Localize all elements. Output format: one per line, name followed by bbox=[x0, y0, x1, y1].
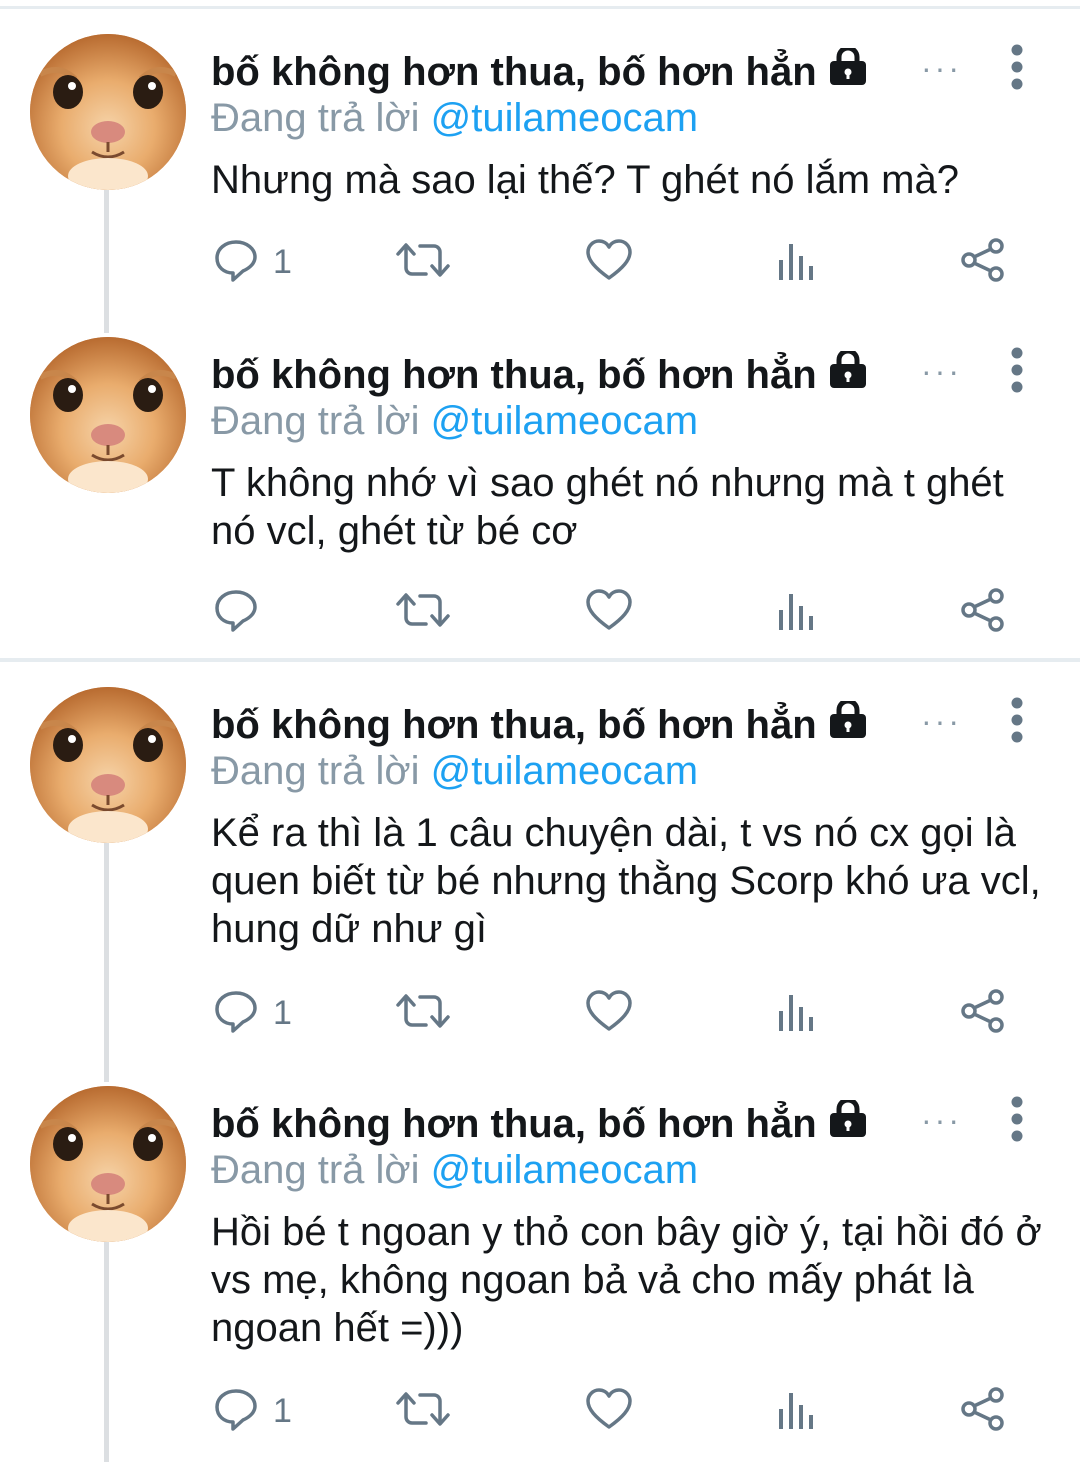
share-button[interactable] bbox=[960, 988, 1006, 1038]
analytics-button[interactable] bbox=[776, 988, 816, 1038]
author-line[interactable]: bố không hơn thua, bố hơn hẳn bbox=[211, 1097, 869, 1148]
reply-count: 1 bbox=[273, 1391, 292, 1430]
replying-to: Đang trả lời @tuilameocam bbox=[211, 399, 698, 444]
replying-to-label: Đang trả lời bbox=[211, 1148, 420, 1192]
truncation-ellipsis: ··· bbox=[921, 353, 962, 389]
retweet-button[interactable] bbox=[396, 1386, 450, 1436]
lock-icon bbox=[827, 45, 869, 96]
tweet-actions: 1 bbox=[0, 988, 1080, 1038]
avatar[interactable] bbox=[30, 1086, 186, 1242]
author-name[interactable]: bố không hơn thua, bố hơn hẳn bbox=[211, 50, 817, 95]
retweet-icon bbox=[396, 588, 450, 637]
author-name[interactable]: bố không hơn thua, bố hơn hẳn bbox=[211, 703, 817, 748]
conversation-divider bbox=[0, 658, 1080, 662]
analytics-button[interactable] bbox=[776, 1386, 816, 1436]
tweet-actions: 1 bbox=[0, 237, 1080, 287]
cat-avatar-image bbox=[30, 1086, 186, 1242]
tweet-text: Hồi bé t ngoan y thỏ con bây giờ ý, tại … bbox=[211, 1210, 1042, 1350]
reply-handle-link[interactable]: @tuilameocam bbox=[431, 399, 698, 443]
reply-handle-link[interactable]: @tuilameocam bbox=[431, 96, 698, 140]
reply-icon bbox=[213, 1387, 259, 1436]
avatar[interactable] bbox=[30, 34, 186, 190]
tweet-actions bbox=[0, 587, 1080, 637]
replying-to-label: Đang trả lời bbox=[211, 399, 420, 443]
retweet-button[interactable] bbox=[396, 237, 450, 287]
more-vertical-icon[interactable] bbox=[1004, 1094, 1030, 1144]
retweet-button[interactable] bbox=[396, 587, 450, 637]
retweet-icon bbox=[396, 238, 450, 287]
reply-button[interactable] bbox=[213, 587, 273, 637]
reply-button[interactable]: 1 bbox=[213, 237, 292, 287]
analytics-icon bbox=[776, 1387, 816, 1436]
reply-button[interactable]: 1 bbox=[213, 1386, 292, 1436]
like-icon bbox=[585, 989, 633, 1038]
reply-handle-link[interactable]: @tuilameocam bbox=[431, 749, 698, 793]
tweet-actions: 1 bbox=[0, 1386, 1080, 1436]
like-button[interactable] bbox=[585, 988, 633, 1038]
author-name[interactable]: bố không hơn thua, bố hơn hẳn bbox=[211, 1102, 817, 1147]
retweet-button[interactable] bbox=[396, 988, 450, 1038]
cat-avatar-image bbox=[30, 687, 186, 843]
like-button[interactable] bbox=[585, 1386, 633, 1436]
tweet-text: T không nhớ vì sao ghét nó nhưng mà t gh… bbox=[211, 461, 1004, 553]
replying-to: Đang trả lời @tuilameocam bbox=[211, 96, 698, 141]
author-line[interactable]: bố không hơn thua, bố hơn hẳn bbox=[211, 45, 869, 96]
share-button[interactable] bbox=[960, 1386, 1006, 1436]
tweet-text: Kể ra thì là 1 câu chuyện dài, t vs nó c… bbox=[211, 811, 1041, 951]
tweet-text: Nhưng mà sao lại thế? T ghét nó lắm mà? bbox=[211, 158, 959, 202]
top-divider bbox=[0, 6, 1080, 9]
analytics-button[interactable] bbox=[776, 237, 816, 287]
author-line[interactable]: bố không hơn thua, bố hơn hẳn bbox=[211, 698, 869, 749]
author-line[interactable]: bố không hơn thua, bố hơn hẳn bbox=[211, 348, 869, 399]
avatar[interactable] bbox=[30, 337, 186, 493]
lock-icon bbox=[827, 698, 869, 749]
share-icon bbox=[960, 587, 1006, 637]
reply-button[interactable]: 1 bbox=[213, 988, 292, 1038]
share-icon bbox=[960, 237, 1006, 287]
replying-to: Đang trả lời @tuilameocam bbox=[211, 749, 698, 794]
like-button[interactable] bbox=[585, 587, 633, 637]
share-icon bbox=[960, 1386, 1006, 1436]
reply-icon bbox=[213, 238, 259, 287]
analytics-icon bbox=[776, 588, 816, 637]
like-button[interactable] bbox=[585, 237, 633, 287]
retweet-icon bbox=[396, 1387, 450, 1436]
thread-line bbox=[104, 842, 109, 1082]
more-vertical-icon[interactable] bbox=[1004, 42, 1030, 92]
lock-icon bbox=[827, 348, 869, 399]
more-vertical-icon[interactable] bbox=[1004, 695, 1030, 745]
analytics-button[interactable] bbox=[776, 587, 816, 637]
analytics-icon bbox=[776, 238, 816, 287]
timeline: bố không hơn thua, bố hơn hẳn ··· Đang t… bbox=[0, 0, 1080, 1462]
reply-count: 1 bbox=[273, 242, 292, 281]
truncation-ellipsis: ··· bbox=[921, 50, 962, 86]
reply-icon bbox=[213, 588, 259, 637]
replying-to-label: Đang trả lời bbox=[211, 96, 420, 140]
author-name[interactable]: bố không hơn thua, bố hơn hẳn bbox=[211, 353, 817, 398]
truncation-ellipsis: ··· bbox=[921, 703, 962, 739]
like-icon bbox=[585, 1387, 633, 1436]
reply-handle-link[interactable]: @tuilameocam bbox=[431, 1148, 698, 1192]
like-icon bbox=[585, 588, 633, 637]
share-icon bbox=[960, 988, 1006, 1038]
replying-to: Đang trả lời @tuilameocam bbox=[211, 1148, 698, 1193]
analytics-icon bbox=[776, 989, 816, 1038]
cat-avatar-image bbox=[30, 337, 186, 493]
share-button[interactable] bbox=[960, 587, 1006, 637]
retweet-icon bbox=[396, 989, 450, 1038]
cat-avatar-image bbox=[30, 34, 186, 190]
replying-to-label: Đang trả lời bbox=[211, 749, 420, 793]
lock-icon bbox=[827, 1097, 869, 1148]
reply-count: 1 bbox=[273, 993, 292, 1032]
avatar[interactable] bbox=[30, 687, 186, 843]
like-icon bbox=[585, 238, 633, 287]
reply-icon bbox=[213, 989, 259, 1038]
truncation-ellipsis: ··· bbox=[921, 1102, 962, 1138]
more-vertical-icon[interactable] bbox=[1004, 345, 1030, 395]
share-button[interactable] bbox=[960, 237, 1006, 287]
